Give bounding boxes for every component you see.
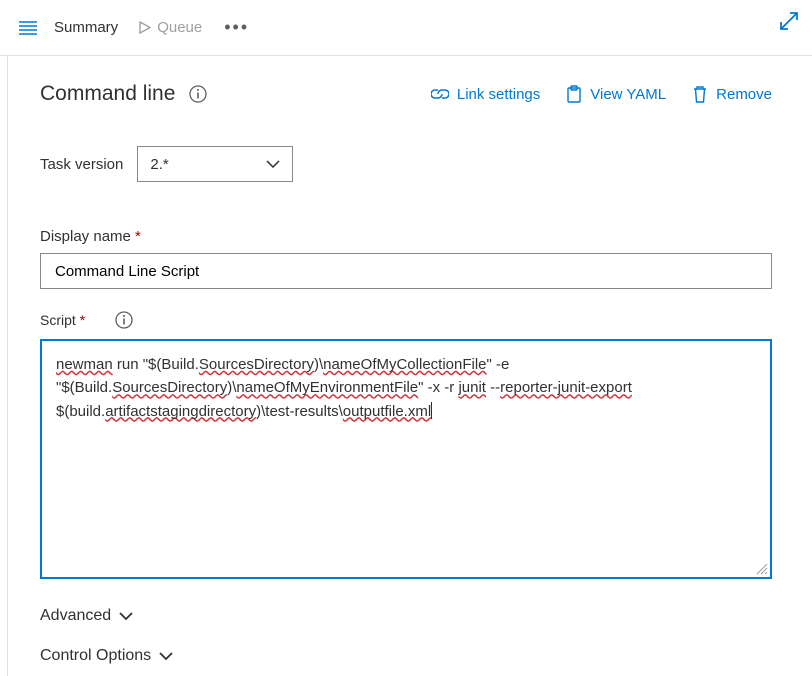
tab-summary[interactable]: Summary xyxy=(44,19,128,36)
menu-icon[interactable] xyxy=(12,12,44,44)
task-version-value: 2.* xyxy=(150,156,266,173)
section-advanced-label: Advanced xyxy=(40,607,111,625)
tab-queue-label: Queue xyxy=(157,19,202,36)
section-advanced[interactable]: Advanced xyxy=(40,607,772,625)
link-settings-button[interactable]: Link settings xyxy=(431,86,540,103)
link-settings-label: Link settings xyxy=(457,86,540,103)
required-marker: * xyxy=(80,312,85,328)
script-input[interactable]: newman run "$(Build.SourcesDirectory)\na… xyxy=(40,339,772,579)
info-icon[interactable] xyxy=(189,85,207,103)
trash-icon xyxy=(692,85,708,103)
display-name-input[interactable] xyxy=(40,253,772,289)
info-icon[interactable] xyxy=(115,311,133,329)
required-marker: * xyxy=(135,228,141,245)
more-menu[interactable]: ••• xyxy=(212,17,261,38)
view-yaml-button[interactable]: View YAML xyxy=(566,85,666,103)
remove-label: Remove xyxy=(716,86,772,103)
page-title: Command line xyxy=(40,82,175,106)
chevron-down-icon xyxy=(119,612,133,620)
chevron-down-icon xyxy=(266,160,280,168)
script-label: Script xyxy=(40,312,76,328)
task-version-label: Task version xyxy=(40,156,123,173)
clipboard-icon xyxy=(566,85,582,103)
expand-icon[interactable] xyxy=(780,12,798,33)
remove-button[interactable]: Remove xyxy=(692,85,772,103)
display-name-label: Display name xyxy=(40,228,131,245)
section-control-options[interactable]: Control Options xyxy=(40,647,772,665)
chevron-down-icon xyxy=(159,652,173,660)
section-control-options-label: Control Options xyxy=(40,647,151,665)
link-icon xyxy=(431,87,449,101)
task-version-select[interactable]: 2.* xyxy=(137,146,293,182)
top-bar: Summary Queue ••• xyxy=(0,0,812,56)
task-editor: Command line Link settings View YAML Rem… xyxy=(0,56,812,665)
left-divider xyxy=(7,56,8,676)
view-yaml-label: View YAML xyxy=(590,86,666,103)
tab-queue[interactable]: Queue xyxy=(128,19,212,36)
play-icon xyxy=(138,21,151,34)
